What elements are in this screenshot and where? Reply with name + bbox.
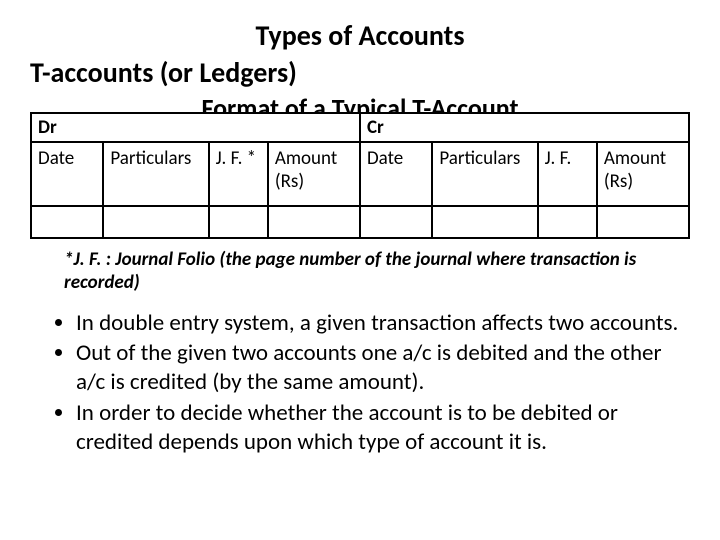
cr-header: Cr bbox=[360, 113, 689, 142]
col-l-amount: Amount (Rs) bbox=[268, 142, 360, 206]
col-r-jf: J. F. bbox=[538, 142, 597, 206]
list-item: Out of the given two accounts one a/c is… bbox=[76, 339, 690, 397]
list-item: In order to decide whether the account i… bbox=[76, 399, 690, 457]
col-r-date: Date bbox=[360, 142, 432, 206]
cell-empty bbox=[360, 206, 432, 238]
t-account-table: Dr Cr Date Particulars J. F. * Amount (R… bbox=[30, 112, 690, 239]
cell-empty bbox=[209, 206, 268, 238]
page-subtitle: T-accounts (or Ledgers) bbox=[30, 55, 690, 90]
col-l-particulars: Particulars bbox=[103, 142, 208, 206]
cell-empty bbox=[31, 206, 103, 238]
list-item: In double entry system, a given transact… bbox=[76, 309, 690, 338]
bullet-list: In double entry system, a given transact… bbox=[76, 309, 690, 457]
cell-empty bbox=[432, 206, 537, 238]
col-r-particulars: Particulars bbox=[432, 142, 537, 206]
cell-empty bbox=[103, 206, 208, 238]
col-r-amount: Amount (Rs) bbox=[597, 142, 689, 206]
cell-empty bbox=[268, 206, 360, 238]
col-l-date: Date bbox=[31, 142, 103, 206]
col-l-jf: J. F. * bbox=[209, 142, 268, 206]
dr-header: Dr bbox=[31, 113, 360, 142]
cell-empty bbox=[597, 206, 689, 238]
cell-empty bbox=[538, 206, 597, 238]
footnote: *J. F. : Journal Folio (the page number … bbox=[64, 249, 680, 295]
page-title: Types of Accounts bbox=[30, 18, 690, 53]
